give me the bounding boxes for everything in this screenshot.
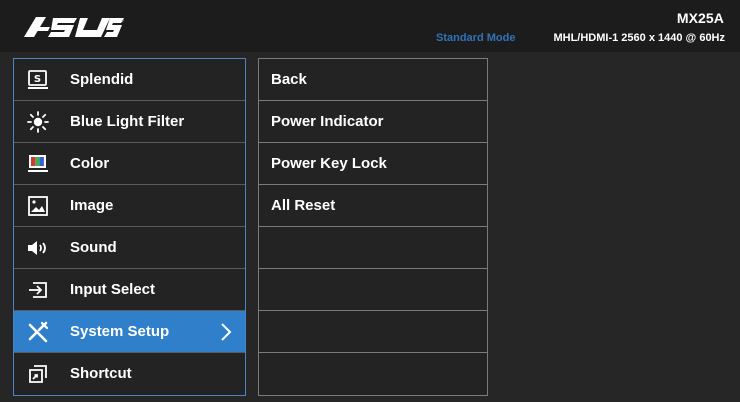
sidebar-item-label: Blue Light Filter: [70, 113, 185, 130]
sidebar-item-label: Input Select: [70, 281, 156, 298]
sidebar-item-blue-light-filter[interactable]: Blue Light Filter: [14, 101, 245, 143]
image-icon: [26, 195, 50, 217]
submenu-item-empty: [259, 269, 487, 311]
sidebar-item-label: Image: [70, 197, 114, 214]
shortcut-icon: [26, 363, 50, 385]
submenu-item-empty: [259, 311, 487, 353]
sidebar-item-sound[interactable]: Sound: [14, 227, 245, 269]
osd-menu: ® MX25A Standard Mode MHL/HDMI-1 2560 x …: [0, 0, 740, 402]
sidebar-item-shortcut[interactable]: Shortcut: [14, 353, 245, 395]
sidebar-item-label: Splendid: [70, 71, 134, 88]
header-bar: ® MX25A Standard Mode MHL/HDMI-1 2560 x …: [0, 0, 740, 52]
sidebar-item-color[interactable]: Color: [14, 143, 245, 185]
sidebar-item-system-setup[interactable]: System Setup: [14, 311, 245, 353]
sidebar-item-input-select[interactable]: Input Select: [14, 269, 245, 311]
submenu-item-empty: [259, 227, 487, 269]
sidebar-item-label: System Setup: [70, 323, 170, 340]
sidebar-item-image[interactable]: Image: [14, 185, 245, 227]
chevron-right-icon: [221, 323, 232, 341]
submenu-item-back[interactable]: Back: [259, 59, 487, 101]
current-mode: Standard Mode: [436, 32, 516, 44]
sidebar-item-label: Shortcut: [70, 365, 132, 382]
splendid-icon: S: [26, 69, 50, 91]
submenu-item-label: Back: [271, 71, 307, 88]
blue-light-filter-icon: [26, 111, 50, 133]
sound-icon: [26, 237, 50, 259]
system-setup-icon: [26, 321, 50, 343]
svg-text:®: ®: [120, 18, 124, 23]
color-icon: [26, 153, 50, 175]
submenu-item-label: Power Key Lock: [271, 155, 387, 172]
main-menu: S Splendid Blue Light Filter Color Image…: [13, 58, 246, 396]
submenu-item-all-reset[interactable]: All Reset: [259, 185, 487, 227]
svg-text:S: S: [34, 74, 41, 85]
submenu-item-empty: [259, 353, 487, 395]
submenu-item-label: All Reset: [271, 197, 336, 214]
system-setup-submenu: Back Power Indicator Power Key Lock All …: [258, 58, 488, 396]
input-select-icon: [26, 279, 50, 301]
submenu-item-label: Power Indicator: [271, 113, 384, 130]
sidebar-item-splendid[interactable]: S Splendid: [14, 59, 245, 101]
monitor-model: MX25A: [676, 10, 724, 26]
submenu-item-power-indicator[interactable]: Power Indicator: [259, 101, 487, 143]
sidebar-item-label: Color: [70, 155, 110, 172]
input-resolution: MHL/HDMI-1 2560 x 1440 @ 60Hz: [553, 32, 725, 44]
submenu-item-power-key-lock[interactable]: Power Key Lock: [259, 143, 487, 185]
sidebar-item-label: Sound: [70, 239, 117, 256]
asus-logo: ®: [24, 17, 124, 37]
